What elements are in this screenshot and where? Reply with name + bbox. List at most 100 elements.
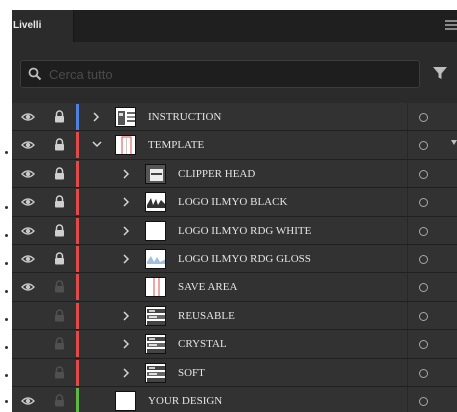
layer-name[interactable]: CLIPPER HEAD: [178, 160, 255, 188]
lock-icon[interactable]: [50, 160, 74, 187]
edge-dot: [5, 290, 8, 293]
layer-thumbnail: [145, 192, 166, 213]
layer-row[interactable]: INSTRUCTION: [12, 103, 457, 132]
chevron-right-icon[interactable]: [120, 359, 132, 386]
eye-icon[interactable]: [16, 160, 42, 187]
layer-search-input[interactable]: [49, 64, 409, 84]
layer-row[interactable]: CRYSTAL: [12, 330, 457, 359]
layer-row[interactable]: SOFT: [12, 358, 457, 387]
chevron-right-icon[interactable]: [120, 160, 132, 187]
layer-search-box: [20, 60, 420, 88]
tab-strip: [75, 10, 457, 42]
tab-livelli[interactable]: Livelli: [12, 10, 74, 42]
column-divider: [407, 386, 408, 412]
target-circle-icon[interactable]: [419, 340, 428, 350]
filter-icon[interactable]: [432, 65, 448, 81]
layer-thumbnail: [145, 277, 166, 298]
layer-row[interactable]: SAVE AREA: [12, 273, 457, 302]
chevron-right-icon[interactable]: [120, 245, 132, 272]
chevron-right-icon[interactable]: [120, 217, 132, 244]
layer-color-bar: [76, 302, 79, 329]
edge-dot: [5, 346, 8, 349]
layer-row[interactable]: REUSABLE: [12, 301, 457, 331]
layer-thumbnail: [145, 220, 166, 241]
edge-dot: [5, 400, 8, 403]
lock-icon[interactable]: [50, 131, 74, 158]
layer-row[interactable]: LOGO ILMYO RDG WHITE: [12, 216, 457, 245]
layer-name[interactable]: TEMPLATE: [148, 131, 204, 159]
layer-row[interactable]: LOGO ILMYO RDG GLOSS: [12, 244, 457, 274]
target-circle-icon[interactable]: [419, 226, 428, 236]
layer-name[interactable]: SAVE AREA: [178, 273, 237, 301]
lock-icon[interactable]: [50, 245, 74, 272]
target-circle-icon[interactable]: [419, 169, 428, 179]
lock-icon[interactable]: [50, 188, 74, 215]
layer-name[interactable]: CRYSTAL: [178, 330, 227, 358]
layer-name[interactable]: LOGO ILMYO RDG WHITE: [178, 217, 311, 245]
target-circle-icon[interactable]: [419, 368, 428, 378]
visibility-toggle-empty[interactable]: [16, 302, 42, 329]
layer-color-bar: [76, 331, 79, 358]
target-circle-icon[interactable]: [419, 311, 428, 321]
scroll-arrow-icon[interactable]: [451, 140, 457, 145]
lock-icon[interactable]: [50, 103, 74, 130]
layer-row[interactable]: YOUR DESIGN: [12, 386, 457, 412]
lock-icon[interactable]: [50, 273, 74, 300]
eye-icon[interactable]: [16, 387, 42, 412]
layer-name[interactable]: REUSABLE: [178, 302, 235, 330]
layer-color-bar: [76, 359, 79, 386]
visibility-toggle-empty[interactable]: [16, 359, 42, 386]
chevron-down-icon[interactable]: [90, 131, 102, 158]
column-divider: [407, 188, 408, 216]
layer-name[interactable]: YOUR DESIGN: [148, 387, 222, 412]
lock-icon[interactable]: [50, 359, 74, 386]
eye-icon[interactable]: [16, 217, 42, 244]
layer-name[interactable]: LOGO ILMYO RDG GLOSS: [178, 245, 311, 273]
edge-dot: [5, 234, 8, 237]
layer-row[interactable]: LOGO ILMYO BLACK: [12, 188, 457, 217]
layer-thumbnail: [145, 362, 166, 383]
layer-thumbnail: [115, 390, 136, 411]
chevron-right-icon[interactable]: [120, 302, 132, 329]
target-circle-icon[interactable]: [419, 141, 428, 151]
chevron-right-icon[interactable]: [90, 103, 102, 130]
layer-row[interactable]: TEMPLATE: [12, 131, 457, 160]
target-circle-icon[interactable]: [419, 113, 428, 122]
eye-icon[interactable]: [16, 273, 42, 300]
layer-color-bar: [76, 217, 79, 244]
layer-thumbnail: [145, 305, 166, 326]
page-edge-dots: [0, 0, 12, 412]
layer-name[interactable]: LOGO ILMYO BLACK: [178, 188, 287, 216]
target-circle-icon[interactable]: [419, 283, 428, 293]
layer-color-bar: [76, 387, 79, 412]
chevron-right-icon[interactable]: [120, 188, 132, 215]
eye-icon[interactable]: [16, 131, 42, 158]
layers-panel: Livelli INSTRUCTIONTEMPLATECLIPPER HEADL…: [12, 10, 457, 412]
layer-row[interactable]: CLIPPER HEAD: [12, 159, 457, 189]
edge-dot: [5, 374, 8, 377]
visibility-toggle-empty[interactable]: [16, 330, 42, 357]
column-divider: [407, 358, 408, 386]
lock-icon[interactable]: [50, 302, 74, 329]
eye-icon[interactable]: [16, 103, 42, 130]
panel-tab-bar: Livelli: [12, 10, 457, 42]
target-circle-icon[interactable]: [419, 198, 428, 208]
lock-icon[interactable]: [50, 330, 74, 357]
chevron-right-icon[interactable]: [120, 330, 132, 357]
target-circle-icon[interactable]: [419, 396, 428, 406]
layer-thumbnail: [145, 334, 166, 355]
column-divider: [407, 131, 408, 159]
layer-name[interactable]: INSTRUCTION: [148, 103, 221, 131]
column-divider: [407, 159, 408, 188]
eye-icon[interactable]: [16, 188, 42, 215]
tab-label: Livelli: [13, 20, 42, 31]
lock-icon[interactable]: [50, 217, 74, 244]
layer-name[interactable]: SOFT: [178, 359, 205, 387]
column-divider: [407, 103, 408, 131]
layer-thumbnail: [145, 163, 166, 184]
target-circle-icon[interactable]: [419, 254, 428, 264]
lock-icon[interactable]: [50, 387, 74, 412]
eye-icon[interactable]: [16, 245, 42, 272]
column-divider: [407, 216, 408, 244]
panel-menu-icon[interactable]: [445, 20, 457, 32]
